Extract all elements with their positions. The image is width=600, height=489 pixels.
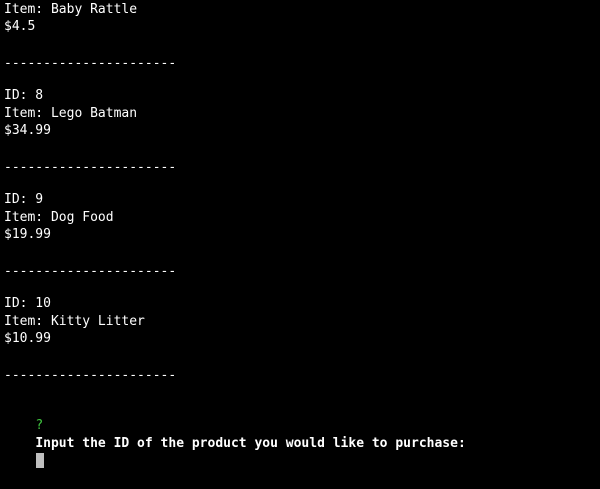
record-id-line: ID: 9 — [4, 192, 44, 207]
record-price-line: $4.5 — [4, 19, 36, 34]
record-item-line: Item: Lego Batman — [4, 106, 138, 121]
separator-line: ---------------------- — [4, 264, 177, 279]
prompt-text: Input the ID of the product you would li… — [35, 436, 466, 451]
record-id-line: ID: 10 — [4, 296, 51, 311]
record-price-line: $19.99 — [4, 227, 51, 242]
terminal-window: Item: Baby Rattle $4.5 -----------------… — [0, 0, 600, 468]
record-price-line: $10.99 — [4, 331, 51, 346]
record-item-line: Item: Kitty Litter — [4, 314, 145, 329]
purchase-prompt[interactable]: ? Input the ID of the product you would … — [4, 399, 466, 468]
separator-line: ---------------------- — [4, 160, 177, 175]
text-cursor — [36, 453, 45, 468]
question-mark-icon: ? — [35, 418, 44, 433]
record-item-line: Item: Baby Rattle — [4, 2, 138, 17]
record-price-line: $34.99 — [4, 123, 51, 138]
record-id-line: ID: 8 — [4, 88, 44, 103]
separator-line: ---------------------- — [4, 56, 177, 71]
record-item-line: Item: Dog Food — [4, 210, 114, 225]
separator-line: ---------------------- — [4, 368, 177, 383]
